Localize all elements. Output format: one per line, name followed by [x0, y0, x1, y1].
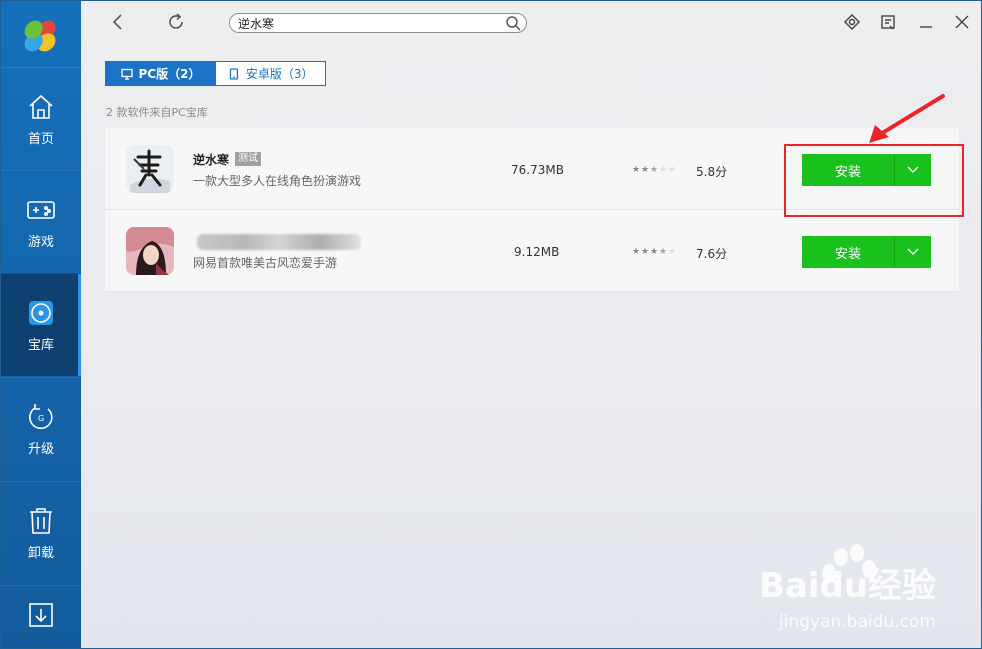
upgrade-icon: G [29, 403, 53, 429]
sidebar-item-label: 卸载 [27, 545, 54, 561]
star-icon: ★ [641, 165, 650, 175]
sidebar: 首页 游戏 宝库 G 升级 卸载 [1, 1, 81, 648]
install-options-button[interactable] [895, 236, 931, 268]
app-size: 76.73MB [511, 163, 564, 177]
blurred-app-name [197, 234, 361, 250]
skin-icon[interactable] [843, 13, 861, 31]
sidebar-item-label: 游戏 [27, 234, 54, 250]
top-toolbar [81, 1, 981, 45]
app-score: 7.6分 [696, 247, 728, 261]
home-icon [29, 94, 53, 119]
annotation-arrow-icon [869, 94, 945, 143]
install-button[interactable]: 安装 [802, 236, 895, 268]
tab-label: PC版（2） [138, 67, 201, 81]
chevron-down-icon [907, 248, 919, 255]
app-desc: 网易首款唯美古风恋爱手游 [193, 256, 338, 270]
minimize-icon[interactable] [917, 13, 935, 31]
refresh-icon[interactable] [165, 11, 187, 33]
star-icon: ★ [632, 165, 641, 175]
app-score: 5.8分 [696, 165, 728, 179]
close-icon[interactable] [953, 13, 971, 31]
star-icon: ★ [668, 165, 677, 175]
sidebar-item-label: 升级 [27, 441, 54, 457]
app-size: 9.12MB [514, 245, 560, 259]
star-icon: ★ [632, 247, 641, 257]
rating-stars: ★ ★ ★ ★ ★ [632, 248, 677, 257]
app-window: 首页 游戏 宝库 G 升级 卸载 逆水寒 PC版（2） 安卓版（3） 2 款软件… [0, 0, 982, 649]
sidebar-item-label: 首页 [27, 131, 54, 147]
annotation-highlight-box [784, 144, 964, 217]
rating-stars: ★ ★ ★ ★ ★ [632, 166, 677, 175]
star-icon: ★ [668, 247, 677, 257]
result-count: 2 款软件来自PC宝库 [106, 106, 208, 119]
star-icon: ★ [659, 165, 668, 175]
sidebar-item-library[interactable]: 宝库 [1, 273, 81, 376]
app-icon[interactable] [126, 145, 174, 193]
star-icon: ★ [659, 247, 668, 257]
search-input[interactable] [230, 14, 492, 32]
watermark-main: Baidu经验 [759, 566, 936, 606]
beta-badge: 测试 [235, 152, 261, 166]
svg-text:G: G [38, 414, 44, 423]
app-desc: 一款大型多人在线角色扮演游戏 [193, 174, 362, 188]
search-box[interactable] [229, 13, 527, 33]
tab-pc[interactable]: PC版（2） [105, 61, 216, 86]
star-icon: ★ [641, 247, 650, 257]
phone-icon [229, 67, 239, 80]
sidebar-item-label: 宝库 [27, 337, 54, 353]
trash-icon [30, 507, 52, 534]
settings-icon[interactable] [879, 13, 897, 31]
list-item: 网易首款唯美古风恋爱手游 9.12MB ★ ★ ★ ★ ★ 7.6分 安装 [105, 210, 959, 292]
sidebar-item-download[interactable] [1, 585, 81, 648]
platform-tabs: PC版（2） 安卓版（3） [105, 61, 326, 86]
star-icon: ★ [650, 247, 659, 257]
search-icon[interactable] [505, 15, 521, 31]
app-name[interactable]: 逆水寒 [193, 151, 229, 168]
sidebar-item-upgrade[interactable]: G 升级 [1, 377, 81, 480]
back-icon[interactable] [107, 11, 129, 33]
main-panel: PC版（2） 安卓版（3） 2 款软件来自PC宝库 [81, 1, 981, 648]
star-icon: ★ [650, 165, 659, 175]
download-icon [29, 603, 53, 627]
sidebar-item-uninstall[interactable]: 卸载 [1, 481, 81, 584]
app-logo-icon[interactable] [21, 17, 59, 55]
sidebar-item-home[interactable]: 首页 [1, 67, 81, 170]
app-icon[interactable] [126, 227, 174, 275]
gamepad-icon [27, 200, 55, 219]
tab-android[interactable]: 安卓版（3） [216, 61, 326, 86]
sidebar-item-games[interactable]: 游戏 [1, 170, 81, 273]
baidu-watermark: Baidu经验 jingyan.baidu.com [759, 544, 936, 632]
tab-label: 安卓版（3） [245, 67, 314, 81]
monitor-icon [120, 68, 133, 80]
disc-icon [29, 300, 53, 325]
watermark-sub: jingyan.baidu.com [778, 612, 936, 632]
